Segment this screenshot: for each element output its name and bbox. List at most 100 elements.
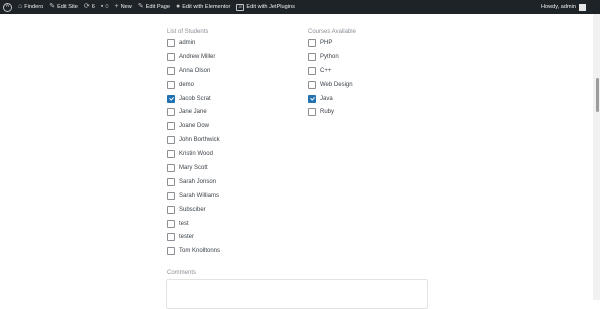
course-checkbox[interactable] [308,108,316,117]
student-option-label: Joane Dow [179,123,210,130]
student-checkbox[interactable] [167,66,175,75]
pencil-icon: ✎ [137,3,144,10]
student-option[interactable]: admin [167,36,220,50]
student-option-label: Sarah Williams [179,192,220,199]
students-checkbox-list: admin Andrew Miller Anna Olson demo Jacob Sc… [167,36,220,258]
student-option-label: John Borthwick [179,137,220,144]
student-checkbox[interactable] [167,177,175,186]
course-option-label: Java [320,95,333,102]
comments-textarea[interactable] [166,279,428,309]
jetplugins-label: Edit with JetPlugins [246,4,295,10]
student-option[interactable]: Anna Olson [167,64,220,78]
student-option-label: Jacob Scrat [179,95,211,102]
student-checkbox[interactable] [167,247,175,256]
admin-bar: W ⌂ Findero ✎ Edit Site ⟳ 6 ▪ 0 + New ✎ … [0,0,600,14]
students-title: List of Students [167,29,209,35]
student-option[interactable]: Jane Jane [167,105,220,119]
student-option-label: Anna Olson [179,67,211,74]
course-option-label: PHP [320,39,333,46]
student-option[interactable]: Andrew Miller [167,50,220,64]
course-checkbox[interactable] [308,94,316,103]
student-option[interactable]: Mary Scott [167,161,220,175]
new-content-link[interactable]: + New [112,0,135,14]
elementor-label: Edit with Elementor [182,4,231,10]
my-account-menu[interactable]: Howdy, admin [541,0,600,14]
edit-site-label: Edit Site [57,4,78,10]
student-checkbox[interactable] [167,52,175,61]
elementor-icon: ● [175,3,181,10]
site-name-link[interactable]: ⌂ Findero [15,0,46,14]
site-name-label: Findero [24,4,44,10]
student-checkbox[interactable] [167,136,175,145]
home-icon: ⌂ [18,3,23,10]
comments-link[interactable]: ▪ 0 [98,0,112,14]
student-option[interactable]: Sarah Williams [167,189,220,203]
student-option[interactable]: demo [167,78,220,92]
student-option[interactable]: tester [167,230,220,244]
course-option[interactable]: Ruby [308,105,353,119]
jetplugins-icon: JE [236,3,245,11]
student-checkbox[interactable] [167,205,175,214]
student-checkbox[interactable] [167,150,175,159]
edit-page-link[interactable]: ✎ Edit Page [135,0,173,14]
course-option[interactable]: Web Design [308,78,353,92]
brush-icon: ✎ [49,3,56,10]
student-option[interactable]: John Borthwick [167,133,220,147]
edit-with-elementor-link[interactable]: ● Edit with Elementor [173,0,233,14]
student-checkbox[interactable] [167,233,175,242]
student-option[interactable]: Joane Dow [167,119,220,133]
edit-with-jetplugins-link[interactable]: JE Edit with JetPlugins [233,0,298,14]
course-option-label: Web Design [320,81,353,88]
courses-title: Courses Available [308,29,356,35]
student-checkbox[interactable] [167,38,175,47]
student-checkbox[interactable] [167,108,175,117]
student-checkbox[interactable] [167,80,175,89]
student-option-label: Subsciber [179,206,206,213]
course-option[interactable]: PHP [308,36,353,50]
student-checkbox[interactable] [167,163,175,172]
comments-label: Comments [167,270,197,276]
course-option-label: Python [320,53,339,60]
student-option[interactable]: Jacob Scrat [167,92,220,106]
student-option-label: Jane Jane [179,109,207,116]
student-checkbox[interactable] [167,122,175,131]
student-option-label: Kristin Wood [179,151,213,158]
student-option-label: Andrew Miller [179,53,216,60]
student-option[interactable]: Kristin Wood [167,147,220,161]
updates-count: 6 [91,4,95,10]
student-option-label: demo [179,81,195,88]
course-option[interactable]: Python [308,50,353,64]
page-scrollbar-track[interactable] [593,14,600,300]
student-option-label: Tom Knolltonns [179,248,221,255]
student-checkbox[interactable] [167,219,175,228]
student-option[interactable]: Sarah Jonson [167,175,220,189]
course-option[interactable]: Java [308,92,353,106]
edit-site-link[interactable]: ✎ Edit Site [46,0,81,14]
course-option-label: Ruby [320,109,335,116]
student-option-label: Mary Scott [179,164,208,171]
student-option-label: test [179,220,189,227]
edit-page-label: Edit Page [145,4,170,10]
comment-icon: ▪ [100,3,104,10]
student-option-label: Sarah Jonson [179,178,217,185]
student-checkbox[interactable] [167,94,175,103]
course-checkbox[interactable] [308,52,316,61]
course-checkbox[interactable] [308,66,316,75]
wordpress-logo-icon: W [3,2,12,12]
comments-count: 0 [105,4,109,10]
updates-icon: ⟳ [83,3,90,10]
page-scrollbar-thumb[interactable] [596,78,599,112]
student-checkbox[interactable] [167,191,175,200]
course-checkbox[interactable] [308,80,316,89]
course-option-label: C++ [320,67,332,74]
courses-checkbox-list: PHP Python C++ Web Design Java Ruby [308,36,353,119]
student-option[interactable]: Tom Knolltonns [167,244,220,258]
avatar [579,3,586,11]
student-option-label: tester [179,234,195,241]
course-option[interactable]: C++ [308,64,353,78]
student-option[interactable]: test [167,217,220,231]
wordpress-menu[interactable]: W [0,0,15,14]
student-option[interactable]: Subsciber [167,203,220,217]
course-checkbox[interactable] [308,38,316,47]
updates-link[interactable]: ⟳ 6 [81,0,98,14]
